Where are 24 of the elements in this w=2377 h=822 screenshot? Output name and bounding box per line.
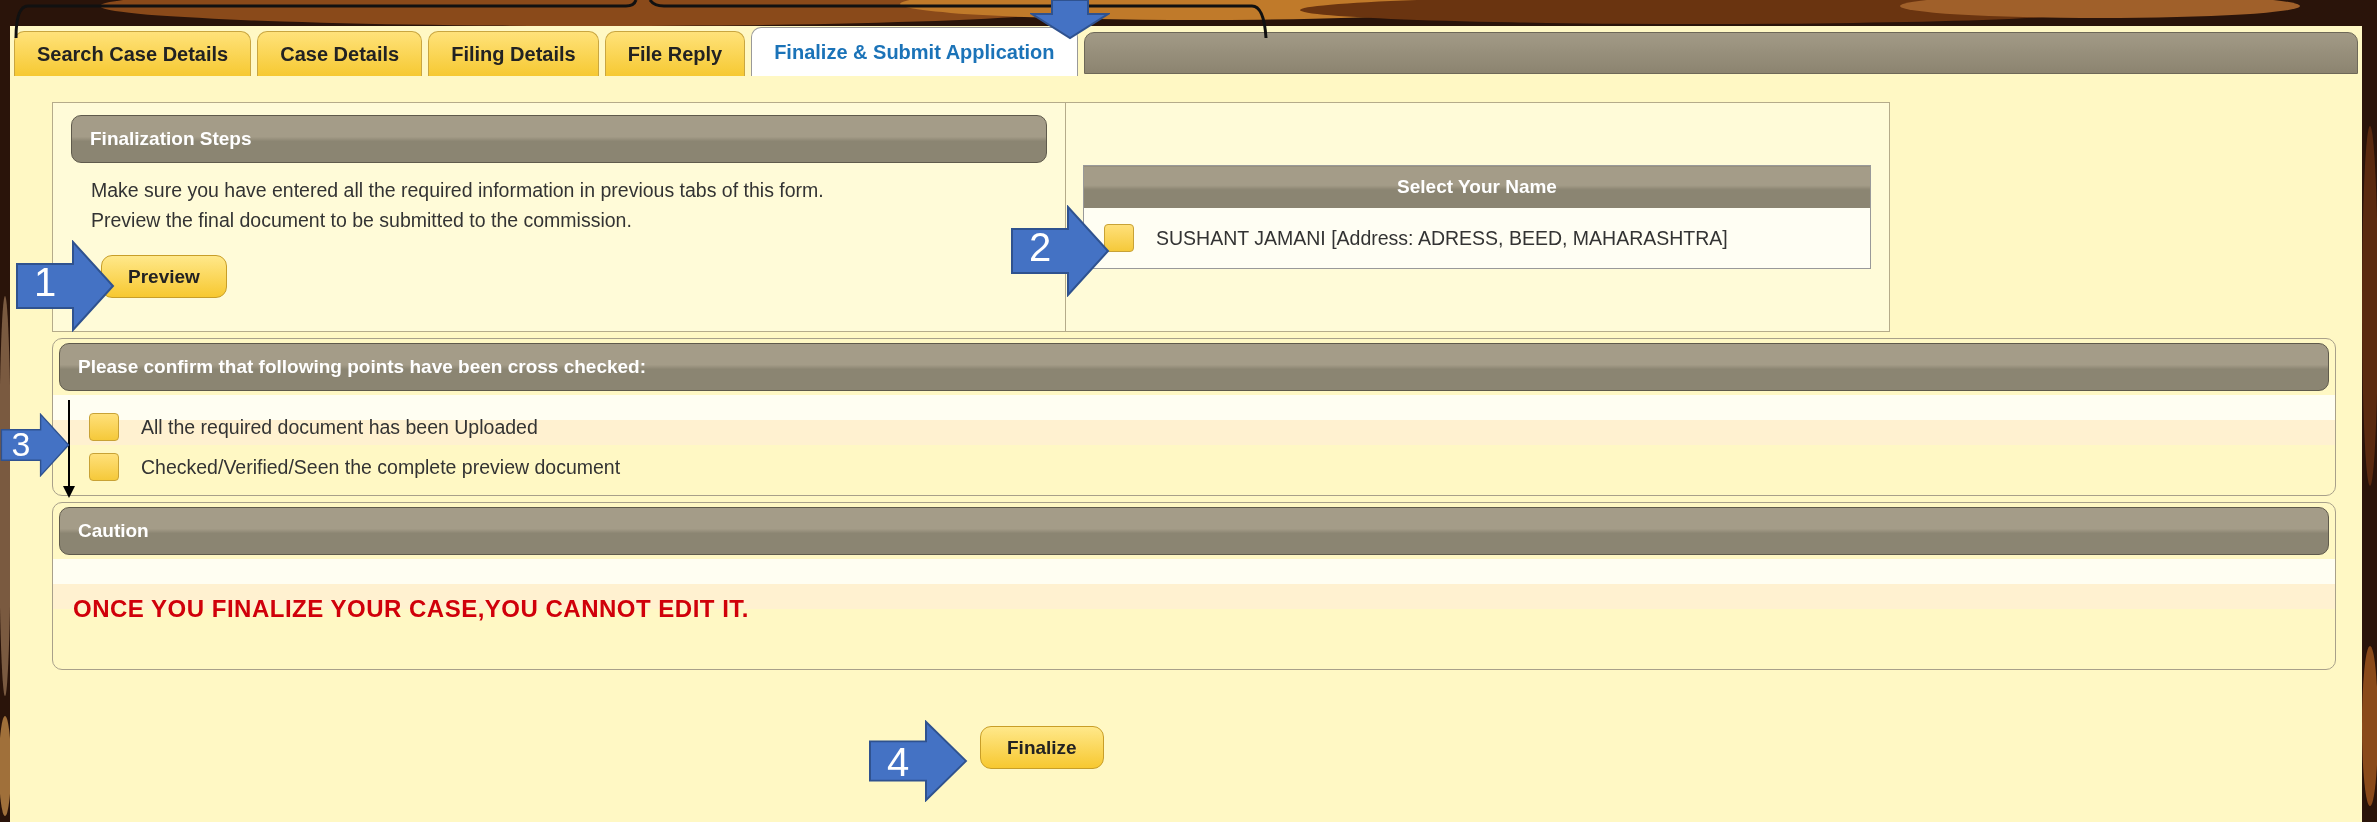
tab[interactable]: Search Case Details <box>14 31 252 76</box>
finalize-button[interactable]: Finalize <box>980 726 1104 769</box>
checkbox[interactable] <box>1104 224 1134 252</box>
name-label: SUSHANT JAMANI [Address: ADRESS, BEED, MAHARASHTRA] <box>1156 226 1728 250</box>
section-header: Finalization Steps <box>71 115 1047 163</box>
numbered-callout: 4 <box>868 720 968 802</box>
preview-button[interactable]: Preview <box>101 255 227 298</box>
numbered-callout: 2 <box>1010 205 1110 297</box>
instruction-text: Make sure you have entered all the required information in previous tabs of this form. <box>90 178 825 203</box>
checkbox[interactable] <box>89 413 119 441</box>
checkbox-label: All the required document has been Uploaded <box>141 415 538 439</box>
warning-message: ONCE YOU FINALIZE YOUR CASE,YOU CANNOT EDIT IT. <box>73 595 749 622</box>
tab[interactable]: Case Details <box>257 31 423 76</box>
checkbox[interactable] <box>89 453 119 481</box>
section-header: Caution <box>59 507 2329 555</box>
numbered-callout: 1 <box>15 240 115 332</box>
numbered-callout: 3 <box>0 413 70 477</box>
table-header: Select Your Name <box>1083 165 1871 208</box>
instruction-text: Preview the final document to be submitted to the commission. <box>90 208 633 233</box>
section-header: Please confirm that following points have been cross checked: <box>59 343 2329 391</box>
tab[interactable]: File Reply <box>604 31 746 76</box>
checkbox-label: Checked/Verified/Seen the complete preview document <box>141 455 621 479</box>
tab[interactable]: Filing Details <box>428 31 599 76</box>
tab[interactable]: Finalize & Submit Application <box>751 27 1078 76</box>
